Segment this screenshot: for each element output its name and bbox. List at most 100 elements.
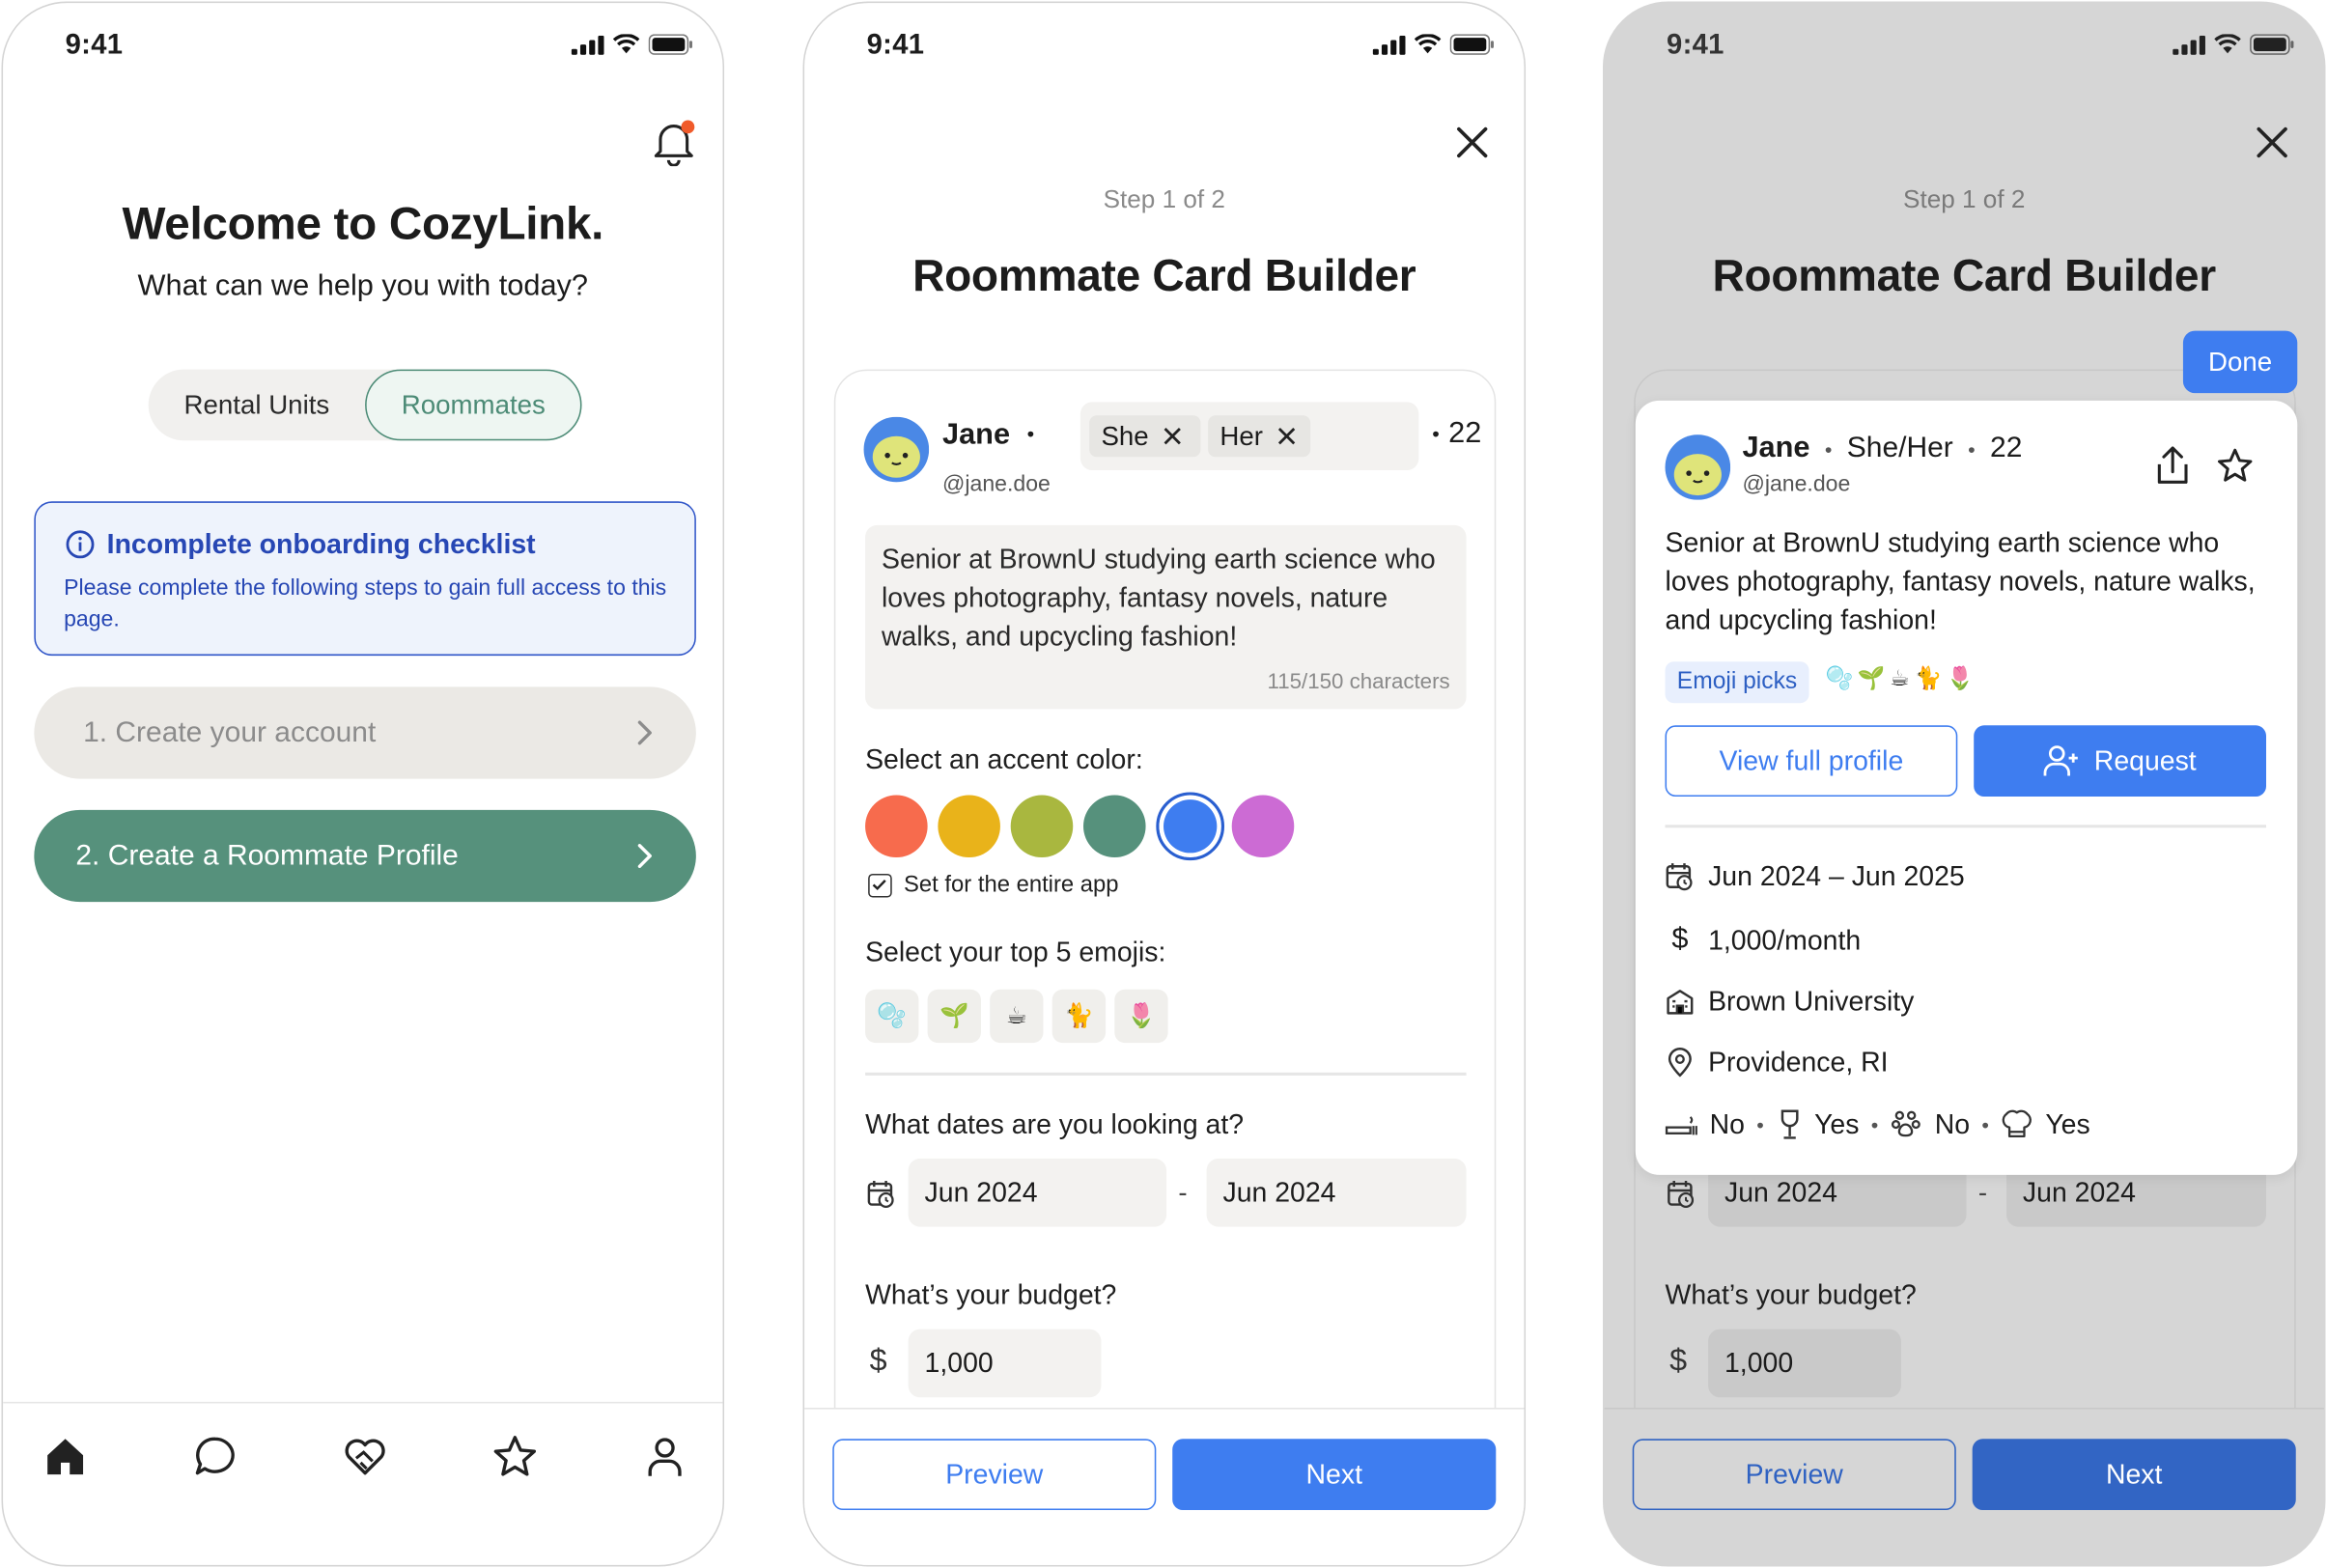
profile-name: Jane [941, 418, 1011, 452]
date-separator: - [1178, 1177, 1188, 1208]
preview-emoji: 🌱 [1857, 665, 1891, 691]
close-icon[interactable] [2255, 125, 2290, 160]
dates-label: What dates are you looking at? [865, 1107, 1245, 1139]
emoji-slot[interactable]: 🫧 [865, 989, 919, 1044]
preview-identity: Jane • She/Her • 22 [1742, 432, 2022, 465]
battery-icon [648, 34, 693, 55]
set-app-label: Set for the entire app [904, 872, 1119, 898]
calendar-clock-icon [1666, 863, 1693, 891]
divider [865, 1072, 1467, 1076]
preview-pronouns: She/Her [1846, 432, 1953, 464]
status-bar: 9:41 [804, 3, 1524, 92]
share-icon[interactable] [2155, 445, 2191, 487]
dollar-icon: $ [869, 1343, 887, 1379]
budget-input[interactable]: 1,000 [908, 1329, 1102, 1398]
emoji-slot[interactable]: 🐈 [1051, 989, 1107, 1044]
heart-handshake-icon[interactable] [342, 1433, 389, 1480]
info-icon [66, 530, 95, 559]
bottom-tab-bar [3, 1401, 723, 1565]
remove-icon[interactable] [1276, 426, 1298, 447]
profile-handle: @jane.doe [941, 471, 1051, 497]
university-icon [1667, 990, 1694, 1015]
preview-location: Providence, RI [1708, 1046, 1889, 1078]
remove-icon[interactable] [1163, 426, 1184, 447]
signal-icon [2173, 35, 2205, 55]
status-bar: 9:41 [3, 3, 722, 92]
roommate-card-preview: Jane • She/Her • 22 @jane.doe Senior at … [1635, 400, 2298, 1175]
accent-swatch-yellow[interactable] [938, 795, 1000, 858]
step-indicator: Step 1 of 2 [1103, 185, 1225, 214]
emoji-slot[interactable]: ☕ [990, 989, 1044, 1044]
emoji-slot[interactable]: 🌷 [1114, 989, 1168, 1044]
builder-title: Roommate Card Builder [1712, 252, 2217, 301]
preview-dates-row: Jun 2024 – Jun 2025 [1666, 860, 1965, 893]
location-pin-icon [1668, 1048, 1692, 1078]
step-create-account-label: 1. Create your account [83, 715, 377, 749]
profile-icon[interactable] [641, 1433, 688, 1480]
request-button[interactable]: Request [1974, 725, 2266, 798]
pronoun-input[interactable]: She Her [1079, 402, 1419, 471]
chevron-right-icon [637, 720, 652, 745]
star-icon[interactable] [491, 1433, 539, 1480]
bio-character-count: 115/150 characters [1267, 670, 1450, 695]
accent-swatch-red[interactable] [865, 795, 928, 858]
accent-swatch-blue-selected[interactable] [1156, 792, 1225, 861]
emoji-label: Select your top 5 emojis: [865, 936, 1166, 967]
preview-emoji: ☕ [1890, 665, 1915, 691]
builder-card: Jane • @jane.doe She Her • 22 Senior at … [833, 369, 1497, 1498]
alert-body: Please complete the following steps to g… [64, 575, 667, 632]
welcome-title: Welcome to CozyLink. [122, 197, 604, 250]
drinking-value: Yes [1814, 1107, 1860, 1139]
smoking-icon [1665, 1116, 1697, 1135]
star-icon[interactable] [2216, 446, 2255, 485]
calendar-clock-icon [867, 1180, 894, 1209]
accent-swatch-purple[interactable] [1231, 795, 1295, 858]
preview-name: Jane [1742, 432, 1810, 464]
date-from-input[interactable]: Jun 2024 [908, 1158, 1167, 1227]
pronoun-chip-her: Her [1208, 415, 1311, 458]
dollar-icon: $ [1669, 1343, 1688, 1379]
done-button[interactable]: Done [2182, 330, 2298, 394]
accent-swatch-olive[interactable] [1010, 795, 1074, 858]
date-to-input[interactable]: Jun 2024 [1206, 1158, 1467, 1227]
smoking-value: No [1709, 1107, 1745, 1139]
budget-label: What’s your budget? [865, 1278, 1117, 1310]
preview-habits-row: No • Yes • No • Yes [1665, 1107, 2090, 1141]
builder-title: Roommate Card Builder [912, 252, 1416, 301]
next-button[interactable]: Next [1172, 1439, 1497, 1511]
view-full-profile-button[interactable]: View full profile [1665, 725, 1958, 798]
notification-bell-icon[interactable] [652, 119, 696, 167]
battery-icon [2250, 34, 2294, 55]
segment-roommates[interactable]: Roommates [365, 369, 582, 441]
separator-dot: • [1824, 436, 1833, 462]
home-screen: 9:41 Welcome to CozyLink. What can we he… [1, 1, 725, 1567]
emoji-slot[interactable]: 🌱 [927, 989, 981, 1044]
close-icon[interactable] [1454, 125, 1490, 160]
pets-value: No [1934, 1107, 1971, 1139]
chat-icon[interactable] [191, 1433, 238, 1480]
home-icon[interactable] [42, 1433, 89, 1480]
set-app-checkbox[interactable] [868, 873, 892, 898]
accent-color-label: Select an accent color: [865, 742, 1143, 775]
avatar [863, 416, 930, 483]
preview-age: 22 [1990, 432, 2023, 464]
segment-rental-units[interactable]: Rental Units [149, 370, 365, 441]
builder-footer: Preview Next [1604, 1408, 2324, 1565]
signal-icon [1372, 35, 1406, 55]
preview-button[interactable]: Preview [832, 1439, 1157, 1511]
next-button[interactable]: Next [1972, 1439, 2296, 1511]
preview-emojis: 🫧🌱☕🐈🌷 [1826, 664, 1979, 691]
step-create-roommate-profile[interactable]: 2. Create a Roommate Profile [34, 809, 696, 903]
separator-dot: • [1981, 1112, 1989, 1136]
preview-emoji: 🐈 [1914, 665, 1947, 691]
preview-button[interactable]: Preview [1632, 1439, 1956, 1511]
accent-swatch-green[interactable] [1083, 795, 1146, 858]
budget-label: What’s your budget? [1665, 1278, 1917, 1310]
chef-hat-icon [2002, 1109, 2033, 1138]
separator-dot: • [1870, 1112, 1879, 1136]
preview-school: Brown University [1708, 985, 1915, 1017]
step-create-profile-label: 2. Create a Roommate Profile [75, 838, 459, 872]
step-create-account[interactable]: 1. Create your account [34, 686, 696, 779]
bio-textarea[interactable]: Senior at BrownU studying earth science … [865, 524, 1467, 710]
welcome-subtitle: What can we help you with today? [137, 269, 589, 303]
